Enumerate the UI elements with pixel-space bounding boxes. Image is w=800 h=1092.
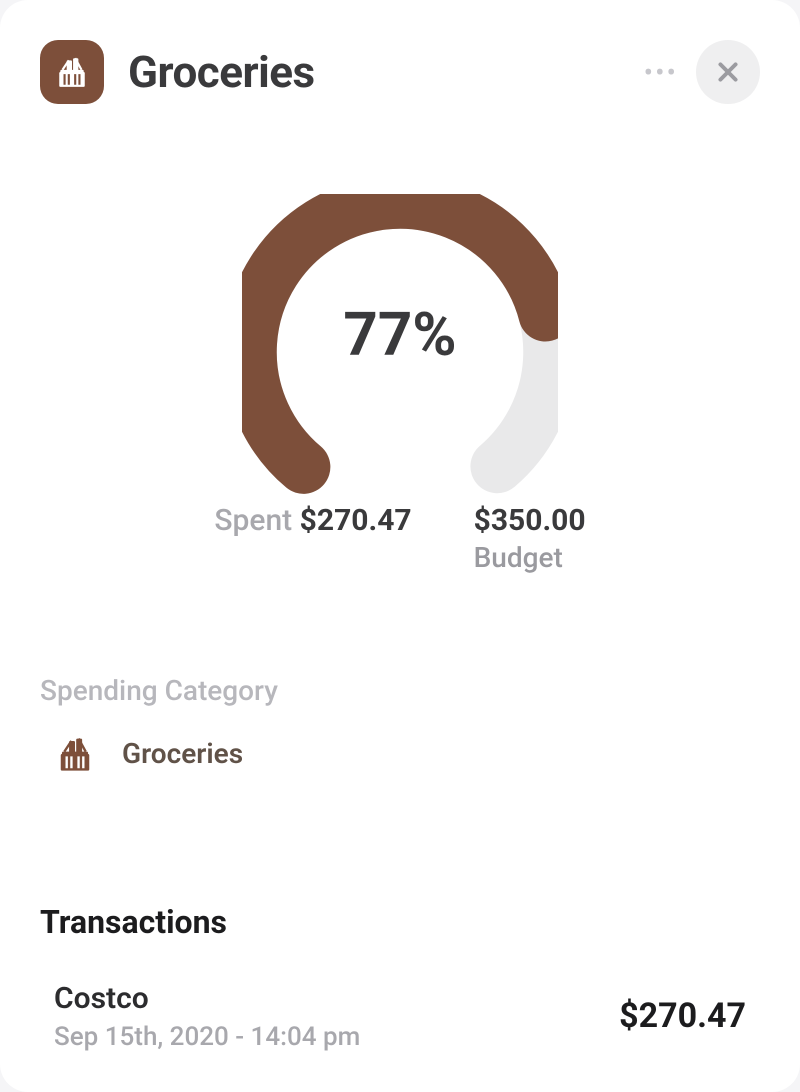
groceries-basket-icon (55, 55, 89, 89)
category-icon-tile (40, 40, 104, 104)
header-right: ••• (644, 40, 760, 104)
transaction-amount: $270.47 (619, 996, 746, 1036)
budget-gauge: 77% (242, 194, 558, 484)
header-left: Groceries (40, 40, 315, 104)
spending-category-row[interactable]: Groceries (40, 735, 760, 773)
budget-stat: $350.00 Budget (474, 504, 586, 574)
groceries-basket-icon (56, 735, 94, 773)
header: Groceries ••• (40, 40, 760, 104)
transactions-heading: Transactions (40, 903, 760, 941)
spending-category-heading: Spending Category (40, 674, 760, 707)
page-title: Groceries (128, 46, 315, 98)
more-options-button[interactable]: ••• (644, 56, 678, 89)
spent-stat: Spent $270.47 (214, 504, 411, 574)
budget-stats: Spent $270.47 $350.00 Budget (214, 504, 585, 574)
transaction-info: Costco Sep 15th, 2020 - 14:04 pm (54, 981, 360, 1052)
transaction-name: Costco (54, 981, 360, 1016)
close-button[interactable] (696, 40, 760, 104)
close-icon (715, 59, 741, 85)
transaction-row[interactable]: Costco Sep 15th, 2020 - 14:04 pm $270.47 (40, 981, 760, 1052)
budget-category-card: Groceries ••• 77% (0, 0, 800, 1092)
budget-label: Budget (474, 541, 586, 574)
budget-gauge-section: 77% Spent $270.47 $350.00 Budget (40, 194, 760, 574)
gauge-percent-label: 77% (242, 194, 558, 484)
transaction-date: Sep 15th, 2020 - 14:04 pm (54, 1022, 360, 1052)
spending-category-name: Groceries (122, 737, 243, 770)
